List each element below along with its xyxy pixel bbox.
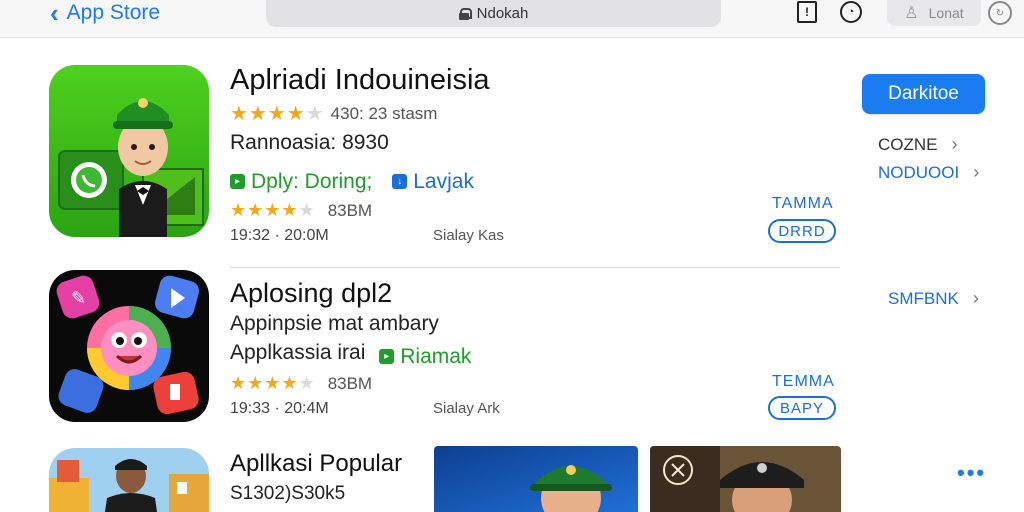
side-link-noduooi-label: NODUOOI [878,162,960,182]
side-link-coze-label: COZNE [878,134,938,154]
rating-text-1: 430: 23 stasm [330,103,438,123]
lock-icon [458,8,472,20]
side-link-noduooi[interactable]: NODUOOI › [878,162,979,183]
chevron-right-icon: › [951,134,958,154]
badge-play: ▸ Dply: Doring; [230,170,372,194]
badge-lavjak-label: Lavjak [413,169,474,193]
clock-icon[interactable]: ◔ [840,1,862,23]
account-label: Lonat [928,5,964,21]
row-divider [230,267,840,268]
badge-row-1: ▸ Dply: Doring; ↓ Lavjak [230,166,474,194]
app-title-2[interactable]: Aplosing dpl2 [230,278,392,309]
app-pill-button-1[interactable]: DRRD [768,219,836,243]
app-title-3[interactable]: Apllkasi Popular [230,450,402,478]
svg-text:✎: ✎ [71,288,86,309]
app-date-1: 19:32 · 20:0M [230,227,329,244]
person-icon: ♙ [904,5,919,22]
size-row-1: ★★★★★ 83BM [230,200,372,221]
back-button[interactable]: ‹ App Store [50,0,160,26]
top-bar: ‹ App Store Ndokah ! ◔ ♙ Lonat ↻ [0,0,1024,38]
app-subtitle-2: Appinpsie mat ambary [230,312,439,335]
screenshot-thumbnail-2[interactable] [650,446,841,512]
back-label: App Store [66,1,161,24]
badge-play-label: Dply: Doring; [251,169,373,193]
app-line3-2: Applkassia irai ▸ Riamak [230,341,471,369]
app-tag-1: TAMMA [772,195,834,212]
star-rating-icon: ★★★★★ [230,373,316,393]
refresh-icon[interactable]: ↻ [988,1,1012,25]
star-rating-icon: ★★★★★ [230,200,316,220]
app-icon-3[interactable] [49,448,209,512]
play-icon: ▸ [379,349,395,364]
app-size-2: 83BM [327,373,373,393]
app-date-2: 19:33 · 20:4M [230,400,329,417]
app-meta-right-1: Sialay Kas [433,227,504,244]
badge-riamak: ▸ Riamak [379,345,471,369]
badge-lavjak: ↓ Lavjak [392,170,474,194]
app-subtitle-1: Rannoasia: 8930 [230,131,389,154]
url-bar[interactable]: Ndokah [266,0,721,27]
app-subtitle-3: S1302)S30k5 [230,483,346,504]
app-pill-button-2[interactable]: BAPY [768,396,836,420]
app-size-1: 83BM [327,200,373,220]
get-button[interactable]: Darkitoe [862,74,985,114]
chevron-right-icon: › [973,162,980,182]
size-row-2: ★★★★★ 83BM [230,373,372,394]
app-title-1[interactable]: Aplriadi Indouineisia [230,64,490,97]
rating-row-1: ★★★★★ 430: 23 stasm [230,101,437,126]
app-line3-2-label: Applkassia irai [230,341,366,364]
info-icon[interactable]: ! [797,1,817,23]
chevron-right-icon: › [972,288,979,308]
download-icon: ↓ [392,174,408,189]
app-meta-right-2: Sialay Ark [433,400,500,417]
app-icon-1[interactable] [49,65,209,237]
star-rating-icon: ★★★★★ [230,103,325,125]
url-text: Ndokah [476,5,529,22]
badge-riamak-label: Riamak [400,344,472,368]
play-icon: ▸ [230,174,245,189]
more-options-icon[interactable]: ••• [957,460,986,486]
app-tag-2: TEMMA [772,373,835,390]
side-link-smfbnk[interactable]: SMFBNK › [888,288,979,309]
side-link-smfbnk-label: SMFBNK [888,288,959,308]
app-icon-2[interactable]: ✎ [49,270,209,422]
screenshot-thumbnail-1[interactable] [434,446,638,512]
side-link-coze[interactable]: COZNE › [878,134,958,155]
chevron-left-icon: ‹ [50,0,59,28]
account-button[interactable]: ♙ Lonat [887,0,981,26]
